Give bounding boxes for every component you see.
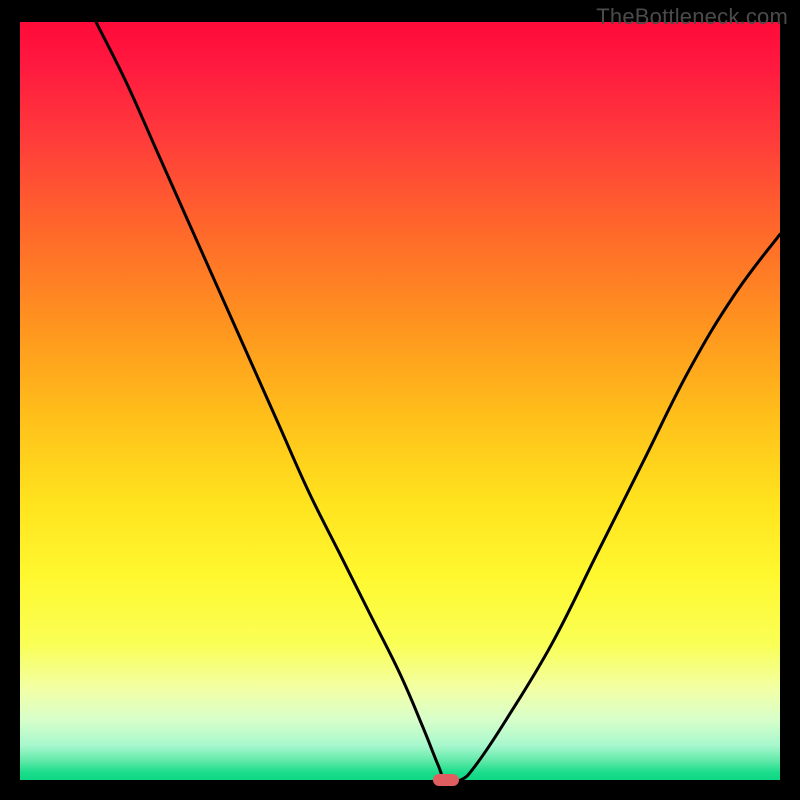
watermark-text: TheBottleneck.com <box>596 4 788 30</box>
gradient-background <box>20 22 780 780</box>
plot-area <box>20 22 780 780</box>
chart-frame: TheBottleneck.com <box>0 0 800 800</box>
optimum-marker <box>433 774 459 786</box>
bottleneck-chart-svg <box>20 22 780 780</box>
